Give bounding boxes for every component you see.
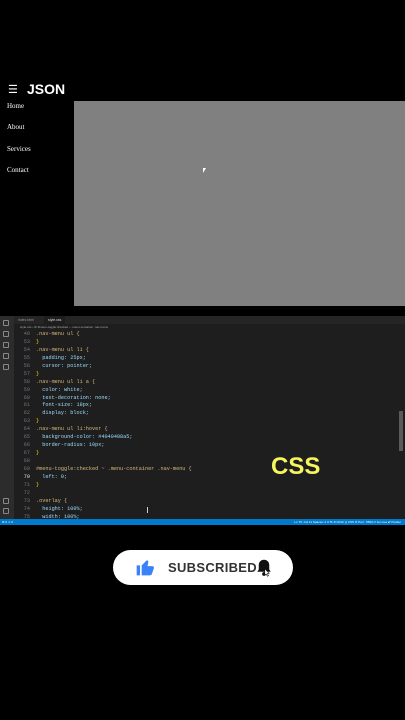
line-number: 58: [23, 378, 30, 385]
code-line[interactable]: .nav-menu ul li a {: [36, 379, 192, 387]
code-line[interactable]: left: 0;: [36, 474, 192, 482]
code-line[interactable]: }: [36, 482, 192, 490]
line-number: 59: [23, 386, 30, 393]
site-title: JSON: [27, 81, 66, 97]
nav-item-contact[interactable]: Contact: [7, 165, 31, 186]
line-number: 66: [23, 442, 30, 449]
line-number: 61: [23, 402, 30, 409]
line-number: 63: [23, 418, 30, 425]
nav-item-about[interactable]: About: [7, 122, 31, 143]
extensions-icon[interactable]: [3, 364, 9, 370]
thumbs-up-icon: [136, 560, 154, 576]
status-bar: ⊗ 0 ⚠ 0 Ln 70, Col 11 Spaces: 2 UTF-8 CR…: [0, 519, 405, 525]
line-number: 65: [23, 434, 30, 441]
text-cursor-icon: [147, 507, 148, 513]
code-line[interactable]: text-decoration: none;: [36, 395, 192, 403]
overlay-panel[interactable]: [74, 101, 405, 306]
nav-menu: Home About Services Contact: [7, 101, 31, 186]
status-problems[interactable]: ⊗ 0 ⚠ 0: [2, 519, 13, 525]
code-line[interactable]: }: [36, 339, 192, 347]
explorer-icon[interactable]: [3, 320, 9, 326]
code-line[interactable]: height: 100%;: [36, 506, 192, 514]
code-line[interactable]: }: [36, 371, 192, 379]
line-number: 74: [23, 505, 30, 512]
code-line[interactable]: #menu-toggle:checked ~ .menu-container .…: [36, 466, 192, 474]
line-number: 62: [23, 410, 30, 417]
code-line[interactable]: .nav-menu ul {: [36, 331, 192, 339]
bell-icon[interactable]: [255, 558, 273, 578]
mouse-cursor-icon: [203, 168, 206, 173]
hamburger-icon[interactable]: ☰: [8, 83, 18, 96]
code-line[interactable]: .nav-menu ul li:hover {: [36, 426, 192, 434]
tab-bar: index.html style.css: [14, 316, 405, 324]
line-number: 57: [23, 370, 30, 377]
gear-icon[interactable]: [3, 508, 9, 514]
activity-bar: [0, 316, 14, 519]
code-line[interactable]: .overlay {: [36, 498, 192, 506]
code-line[interactable]: [36, 490, 192, 498]
tab-index-html[interactable]: index.html: [14, 316, 38, 324]
line-number: 55: [23, 354, 30, 361]
tab-style-css[interactable]: style.css: [44, 316, 66, 324]
line-number: 72: [23, 489, 30, 496]
status-info[interactable]: Ln 70, Col 11 Spaces: 2 UTF-8 CRLF {} CS…: [294, 519, 401, 525]
scrollbar[interactable]: [399, 411, 403, 451]
line-number: 71: [23, 481, 30, 488]
line-number: 54: [23, 346, 30, 353]
code-line[interactable]: background-color: #4040408a5;: [36, 434, 192, 442]
code-line[interactable]: border-radius: 10px;: [36, 442, 192, 450]
run-debug-icon[interactable]: [3, 353, 9, 359]
line-number: 73: [23, 497, 30, 504]
breadcrumb[interactable]: style.css › ⚙ #menu-toggle:checked ~ .me…: [20, 325, 108, 329]
code-line[interactable]: }: [36, 418, 192, 426]
code-line[interactable]: cursor: pointer;: [36, 363, 192, 371]
line-number: 60: [23, 394, 30, 401]
code-line[interactable]: font-size: 18px;: [36, 402, 192, 410]
subscribe-label: SUBSCRIBED: [168, 560, 257, 575]
code-line[interactable]: .nav-menu ul li {: [36, 347, 192, 355]
line-number: 69: [23, 465, 30, 472]
css-overlay-label: CSS: [271, 453, 321, 480]
line-number: 68: [23, 458, 30, 464]
demo-website: ☰ JSON Home About Services Contact: [0, 0, 405, 310]
line-number: 56: [23, 362, 30, 369]
code-line[interactable]: }: [36, 450, 192, 458]
code-area[interactable]: .nav-menu ul {} .nav-menu ul li { padding…: [36, 331, 192, 522]
nav-item-home[interactable]: Home: [7, 101, 31, 122]
search-icon[interactable]: [3, 331, 9, 337]
code-line[interactable]: padding: 25px;: [36, 355, 192, 363]
source-control-icon[interactable]: [3, 342, 9, 348]
code-editor: index.html style.css style.css › ⚙ #menu…: [0, 316, 405, 525]
line-number: 70: [23, 473, 30, 480]
subscribe-button[interactable]: SUBSCRIBED: [113, 550, 293, 585]
account-icon[interactable]: [3, 498, 9, 504]
code-line[interactable]: display: block;: [36, 410, 192, 418]
line-number: 67: [23, 450, 30, 457]
line-number: 53: [23, 338, 30, 345]
nav-item-services[interactable]: Services: [7, 144, 31, 165]
line-number: 49: [23, 331, 30, 337]
line-numbers: 49 53 54 55 56 57 58 59 60 61 62 63 64 65 66 67 68 69 70 71…: [14, 331, 32, 522]
line-number: 64: [23, 426, 30, 433]
code-line[interactable]: color: white;: [36, 387, 192, 395]
code-line[interactable]: [36, 458, 192, 466]
